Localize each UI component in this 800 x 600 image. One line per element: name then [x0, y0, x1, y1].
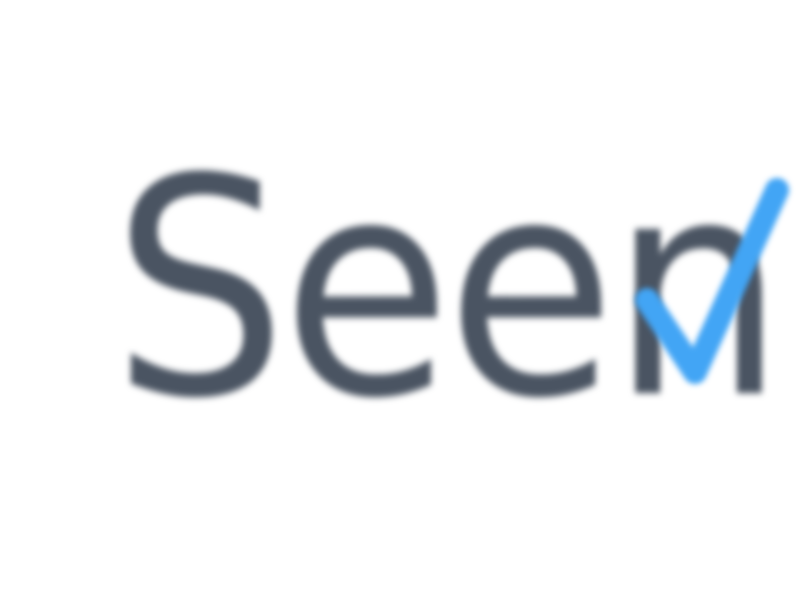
check-icon — [627, 162, 797, 392]
screen: Seen — [0, 0, 800, 600]
seen-status-indicator: Seen — [112, 140, 792, 440]
